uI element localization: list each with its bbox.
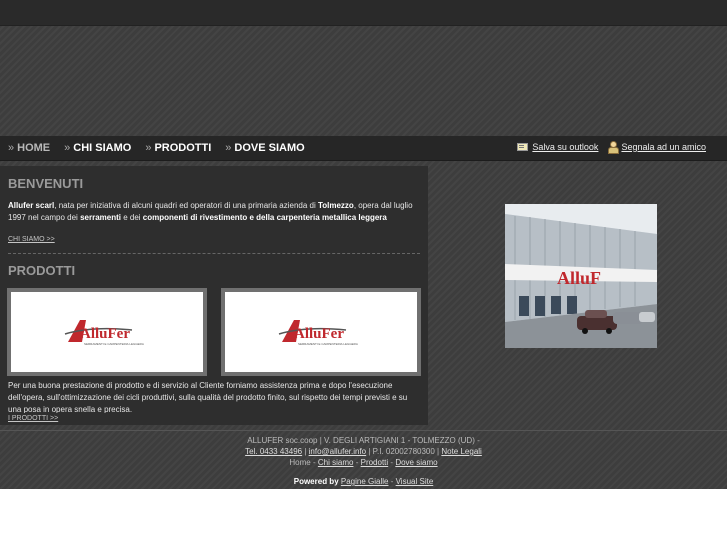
utility-links: Salva su outlook Segnala ad un amico [507, 141, 706, 154]
chi-siamo-more-link[interactable]: CHI SIAMO >> [8, 236, 55, 243]
main-navigation: » HOME » CHI SIAMO » PRODOTTI » DOVE SIA… [0, 136, 727, 161]
product-image-2[interactable]: AlluFer SERRAMENTI E CARPENTERIA LEGGERA [221, 288, 421, 376]
legal-notes-link[interactable]: Note Legali [441, 447, 481, 456]
city-name: Tolmezzo [317, 201, 354, 210]
section-divider [8, 253, 420, 254]
footer-chi-siamo-link[interactable]: Chi siamo [318, 458, 354, 467]
footer-dove-siamo-link[interactable]: Dove siamo [395, 458, 437, 467]
chevron-icon: » [225, 142, 232, 154]
save-outlook-label: Salva su outlook [532, 141, 599, 152]
components-text: componenti di rivestimento e della carpe… [142, 213, 387, 222]
products-title: PRODOTTI [8, 263, 76, 278]
tell-a-friend-link[interactable]: Segnala ad un amico [608, 141, 706, 154]
nav-item-chi-siamo[interactable]: » CHI SIAMO [64, 142, 131, 154]
allufer-logo: AlluFer SERRAMENTI E CARPENTERIA LEGGERA [278, 320, 358, 346]
pagine-gialle-link[interactable]: Pagine Gialle [341, 477, 389, 486]
svg-text:AlluFer: AlluFer [80, 326, 130, 342]
nav-item-dove-siamo[interactable]: » DOVE SIAMO [225, 142, 304, 154]
page-background: » HOME » CHI SIAMO » PRODOTTI » DOVE SIA… [0, 0, 727, 489]
nav-item-label: PRODOTTI [154, 142, 212, 154]
welcome-paragraph: Allufer scarl, nata per iniziativa di al… [8, 200, 418, 233]
footer-address: ALLUFER soc.coop | V. DEGLI ARTIGIANI 1 … [247, 436, 480, 445]
chevron-icon: » [8, 142, 15, 154]
vat-number: | P.I. 02002780300 | [368, 447, 440, 456]
footer-contacts: Tel. 0433 43496 | info@allufer.info | P.… [0, 447, 727, 456]
email-link[interactable]: info@allufer.info [309, 447, 367, 456]
footer-prodotti-link[interactable]: Prodotti [361, 458, 389, 467]
welcome-text: e dei [120, 213, 143, 222]
footer-nav: Home - Chi siamo - Prodotti - Dove siamo [0, 458, 727, 467]
top-bar [0, 0, 727, 26]
separator: - [390, 477, 394, 486]
svg-text:AlluFer: AlluFer [294, 326, 344, 342]
tell-a-friend-label: Segnala ad un amico [621, 141, 706, 152]
nav-item-label: HOME [17, 142, 51, 154]
separator: | [304, 447, 307, 456]
footer-divider [0, 430, 727, 431]
svg-text:SERRAMENTI E CARPENTERIA LEGGE: SERRAMENTI E CARPENTERIA LEGGERA [298, 342, 358, 346]
nav-item-prodotti[interactable]: » PRODOTTI [145, 142, 211, 154]
footer-powered: Powered by Pagine Gialle - Visual Site [0, 477, 727, 486]
welcome-text: , nata per iniziativa di alcuni quadri e… [54, 201, 318, 210]
products-paragraph: Per una buona prestazione di prodotto e … [8, 381, 408, 413]
person-icon [608, 141, 620, 154]
brand-name: Allufer scarl [8, 201, 55, 210]
svg-text:SERRAMENTI E CARPENTERIA LEGGE: SERRAMENTI E CARPENTERIA LEGGERA [84, 342, 144, 346]
powered-by-label: Powered by [293, 477, 339, 486]
footer-home-link[interactable]: Home [289, 458, 310, 467]
nav-item-label: CHI SIAMO [73, 142, 132, 154]
allufer-logo: AlluFer SERRAMENTI E CARPENTERIA LEGGERA [64, 320, 144, 346]
nav-menu: » HOME » CHI SIAMO » PRODOTTI » DOVE SIA… [8, 142, 319, 154]
serramenti-text: serramenti [80, 213, 121, 222]
building-sign: AlluF [557, 268, 601, 288]
prodotti-more-link[interactable]: I PRODOTTI >> [8, 415, 58, 422]
outlook-card-icon [517, 142, 529, 151]
nav-item-home[interactable]: » HOME [8, 142, 50, 154]
welcome-title: BENVENUTI [8, 176, 84, 191]
separator: - [355, 458, 359, 467]
separator: - [390, 458, 394, 467]
save-outlook-link[interactable]: Salva su outlook [517, 141, 598, 152]
visual-site-link[interactable]: Visual Site [396, 477, 434, 486]
separator: - [312, 458, 316, 467]
phone-link[interactable]: Tel. 0433 43496 [245, 447, 302, 456]
chevron-icon: » [145, 142, 152, 154]
nav-item-label: DOVE SIAMO [234, 142, 305, 154]
product-image-1[interactable]: AlluFer SERRAMENTI E CARPENTERIA LEGGERA [7, 288, 207, 376]
chevron-icon: » [64, 142, 71, 154]
building-photo: AlluF [505, 204, 657, 348]
building-image: AlluF [505, 204, 657, 348]
